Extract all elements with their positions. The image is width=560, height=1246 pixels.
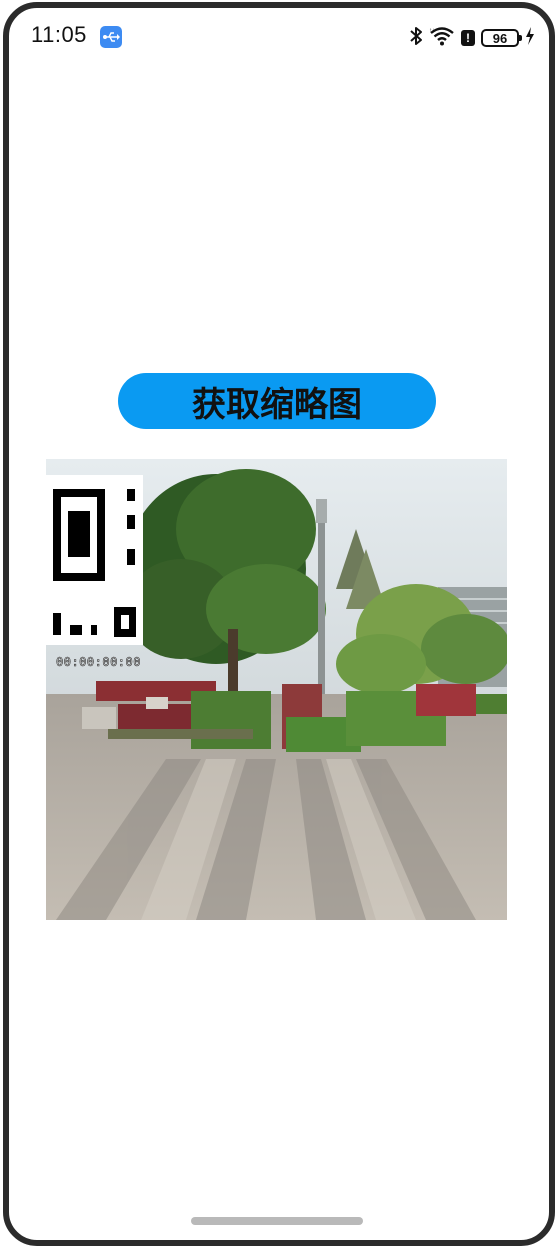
video-thumbnail-image: 00:00:00:00 <box>46 459 507 920</box>
battery-icon: 96 <box>481 29 522 47</box>
status-bar: 11:05 ↑↓ ! 96 <box>9 8 549 64</box>
video-timestamp: 00:00:00:00 <box>56 655 141 670</box>
status-icons: ↑↓ ! 96 <box>409 26 535 50</box>
wifi-icon: ↑↓ <box>429 26 455 50</box>
battery-level: 96 <box>492 30 508 46</box>
status-time: 11:05 <box>31 22 87 47</box>
qr-code-overlay <box>46 475 143 645</box>
svg-text:↑↓: ↑↓ <box>429 28 435 34</box>
bluetooth-icon <box>409 26 423 50</box>
qr-code-icon <box>53 489 136 637</box>
charging-icon <box>525 27 535 49</box>
alert-icon: ! <box>461 30 475 46</box>
home-indicator[interactable] <box>191 1217 363 1225</box>
phone-frame: 11:05 ↑↓ ! 96 获取缩略图 00:00:00:00 <box>3 2 555 1246</box>
get-thumbnail-button[interactable]: 获取缩略图 <box>118 373 436 429</box>
usb-icon <box>100 26 122 48</box>
